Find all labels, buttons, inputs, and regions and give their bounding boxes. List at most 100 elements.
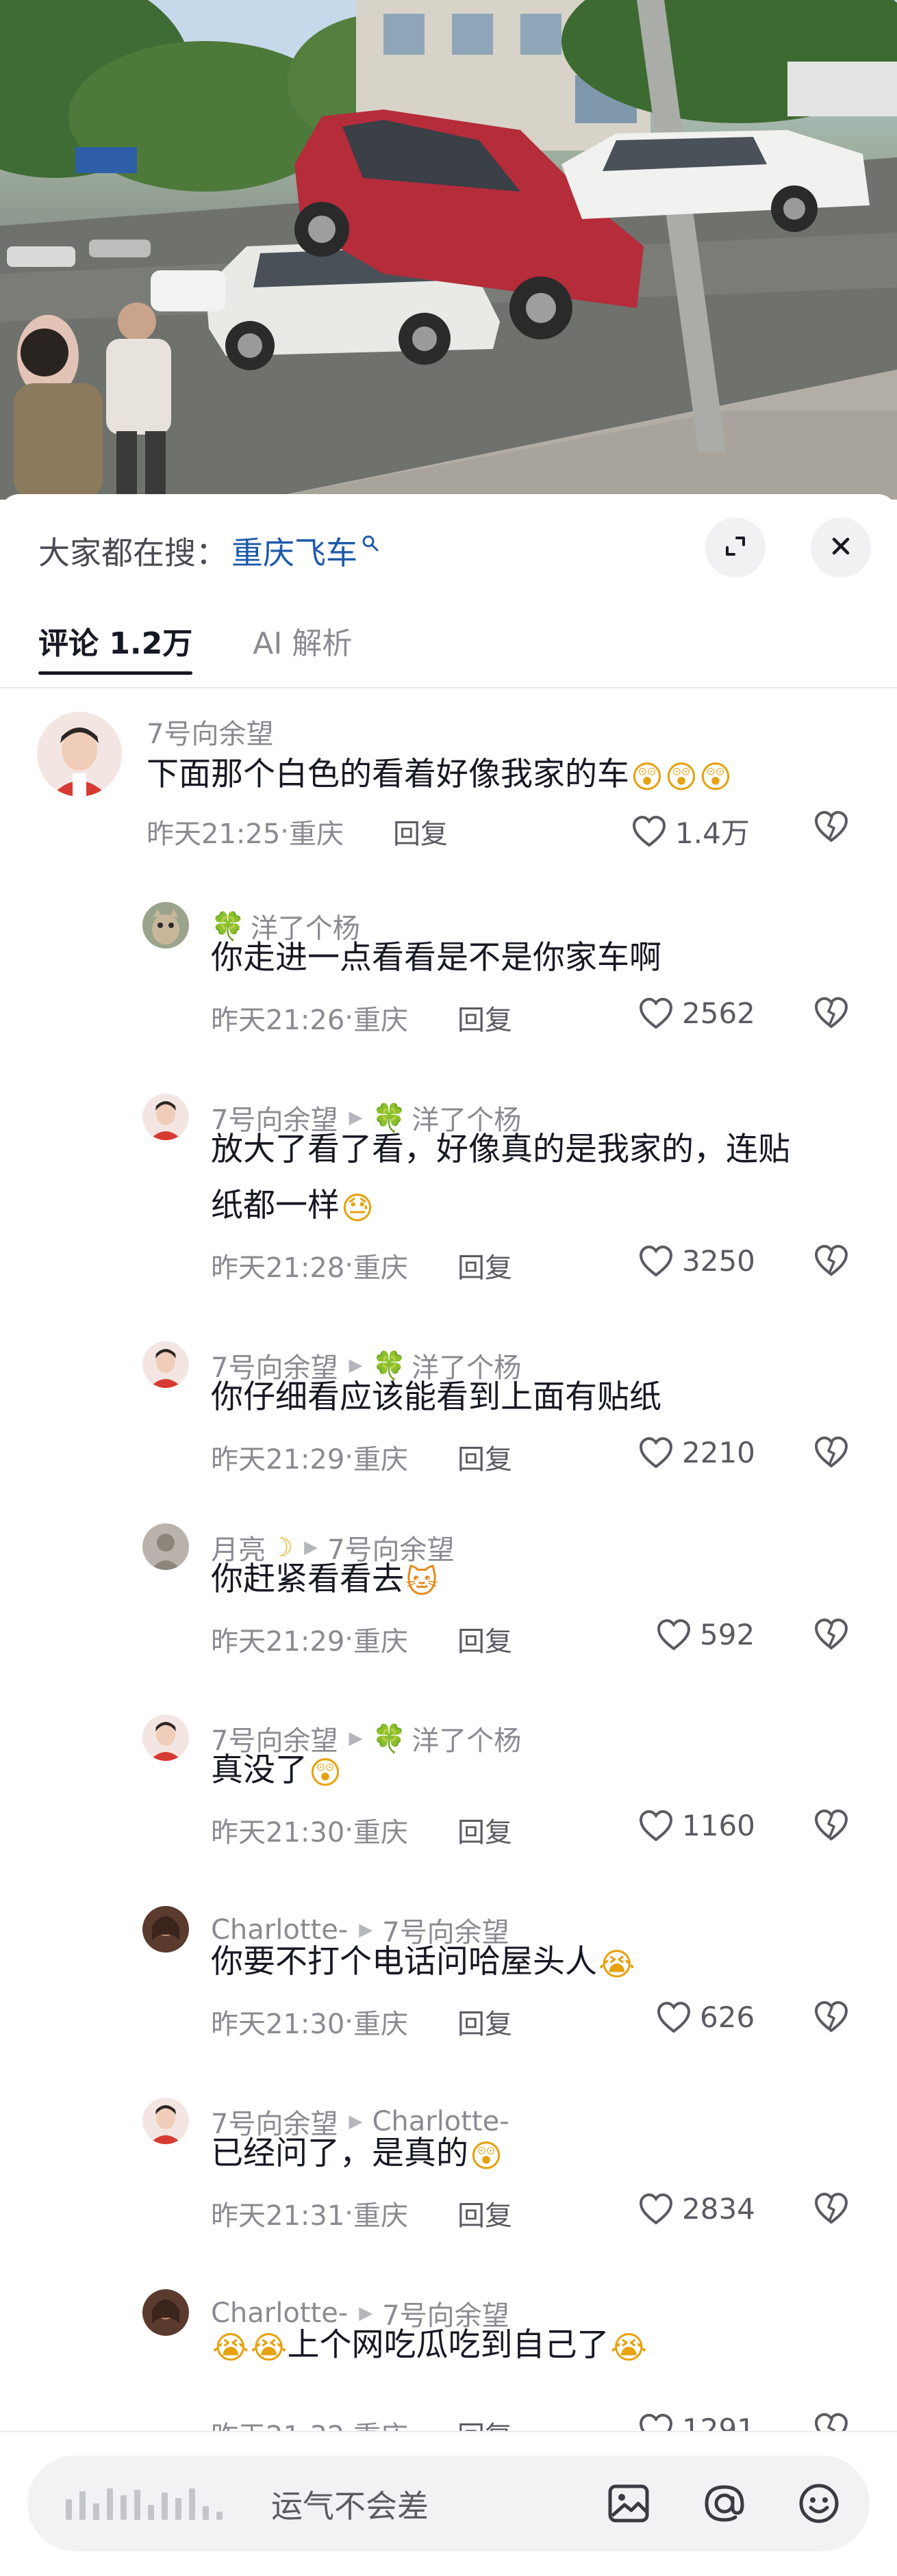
reply-button[interactable]: 回复 xyxy=(457,2193,512,2233)
tab-ai-analysis[interactable]: AI 解析 xyxy=(253,619,352,675)
heart-outline-icon xyxy=(639,2193,673,2225)
comment-meta: 昨天21:30 · 重庆 回复 xyxy=(211,1810,512,1850)
reply-button[interactable]: 回复 xyxy=(457,998,512,1038)
dislike-button[interactable] xyxy=(813,1809,849,1844)
at-icon xyxy=(705,2485,744,2522)
like-count: 3250 xyxy=(682,1244,755,1278)
comment-location: 重庆 xyxy=(289,819,344,850)
comment-input-bar: 运气不会差 xyxy=(0,2431,897,2576)
comment-location: 重庆 xyxy=(353,2200,408,2232)
dislike-button[interactable] xyxy=(813,810,849,846)
dislike-button[interactable] xyxy=(813,2000,849,2036)
comment-meta: 昨天21:29 · 重庆 回复 xyxy=(211,1619,512,1659)
comment-time: 昨天21:31 xyxy=(211,2200,345,2232)
comment-meta: 昨天21:25 · 重庆 回复 xyxy=(147,812,448,851)
tab-comments[interactable]: 评论 1.2万 xyxy=(38,619,193,675)
smiley-icon xyxy=(799,2484,839,2523)
video-thumbnail[interactable] xyxy=(0,0,897,500)
comment-location: 重庆 xyxy=(353,1444,408,1476)
broken-heart-icon xyxy=(814,810,848,842)
crying-emoji: 😭 xyxy=(598,1945,635,1983)
like-button[interactable]: 1160 xyxy=(638,1809,755,1842)
comment-time: 昨天21:30 xyxy=(211,2009,345,2040)
comment-time: 昨天21:30 xyxy=(211,1817,345,1849)
like-button[interactable]: 3250 xyxy=(638,1244,755,1278)
heart-outline-icon xyxy=(657,1619,691,1651)
heart-outline-icon xyxy=(657,2001,691,2033)
like-button[interactable]: 2210 xyxy=(638,1436,755,1469)
like-count: 1160 xyxy=(682,1809,755,1842)
reply-button[interactable]: 回复 xyxy=(457,2002,512,2042)
dislike-button[interactable] xyxy=(813,1618,849,1653)
like-button[interactable]: 592 xyxy=(656,1618,755,1651)
avatar[interactable] xyxy=(142,902,189,949)
reply-button[interactable]: 回复 xyxy=(457,1246,512,1285)
comment-time: 昨天21:29 xyxy=(211,1626,345,1658)
heart-outline-icon xyxy=(639,1809,673,1842)
like-button[interactable]: 2834 xyxy=(638,2192,755,2226)
avatar[interactable] xyxy=(37,712,122,797)
avatar[interactable] xyxy=(142,2289,189,2336)
avatar[interactable] xyxy=(142,1906,189,1953)
expand-button[interactable] xyxy=(705,517,766,578)
dislike-button[interactable] xyxy=(813,996,849,1032)
like-count: 2210 xyxy=(682,1436,755,1469)
like-button[interactable]: 1.4万 xyxy=(631,810,750,852)
trending-search-term[interactable]: 重庆飞车 xyxy=(231,528,357,574)
emoji-button[interactable] xyxy=(790,2475,848,2532)
shocked-emoji: 😲 xyxy=(631,758,664,795)
avatar[interactable] xyxy=(142,1523,189,1570)
dislike-button[interactable] xyxy=(813,2192,849,2228)
reply-button[interactable]: 回复 xyxy=(457,1437,512,1477)
like-count: 592 xyxy=(700,1618,755,1651)
comment-text: 你要不打个电话问哈屋头人😭 xyxy=(211,1943,635,1983)
avatar[interactable] xyxy=(142,1341,189,1388)
comment-location: 重庆 xyxy=(353,1252,408,1284)
like-count: 2562 xyxy=(682,996,755,1030)
comment-location: 重庆 xyxy=(353,1005,408,1036)
comment-text: 下面那个白色的看着好像我家的车😲😲😲 xyxy=(147,756,732,795)
avatar[interactable] xyxy=(142,2098,189,2144)
search-icon xyxy=(362,534,379,558)
trending-search[interactable]: 大家都在搜： 重庆飞车 xyxy=(38,527,379,575)
image-icon xyxy=(608,2484,649,2523)
comment-location: 重庆 xyxy=(353,1817,408,1849)
comment-text: 放大了看了看，好像真的是我家的，连贴 xyxy=(211,1131,790,1168)
comment-input[interactable]: 运气不会差 xyxy=(27,2456,870,2551)
close-button[interactable] xyxy=(811,517,871,578)
reply-button[interactable]: 回复 xyxy=(457,1619,512,1659)
comment-text: 你赶紧看看去🐱 xyxy=(211,1560,438,1600)
reply-button[interactable]: 回复 xyxy=(457,1810,512,1850)
crying-emoji: 😭 xyxy=(250,2328,288,2366)
comment-time: 昨天21:28 xyxy=(211,1252,345,1284)
image-button[interactable] xyxy=(600,2475,657,2532)
voice-waveform-icon xyxy=(66,2487,230,2520)
heart-outline-icon xyxy=(639,1437,673,1469)
like-count: 1.4万 xyxy=(675,816,750,850)
broken-heart-icon xyxy=(814,996,848,1029)
crying-emoji: 😭 xyxy=(212,2328,249,2366)
shocked-emoji: 😲 xyxy=(698,758,732,795)
mention-button[interactable] xyxy=(696,2475,753,2532)
dislike-button[interactable] xyxy=(813,1244,849,1280)
comment-time: 昨天21:25 xyxy=(147,819,281,850)
dislike-button[interactable] xyxy=(813,1436,849,1471)
avatar[interactable] xyxy=(142,1714,189,1761)
expand-icon xyxy=(722,532,749,563)
reply-arrow-icon: ▶ xyxy=(349,1728,363,1749)
like-button[interactable]: 626 xyxy=(656,2000,755,2034)
comment-meta: 昨天21:30 · 重庆 回复 xyxy=(211,2002,512,2042)
broken-heart-icon xyxy=(814,2192,848,2224)
comment-text: 真没了😲 xyxy=(211,1751,342,1791)
broken-heart-icon xyxy=(814,1809,848,1841)
comment-tabs: 评论 1.2万 AI 解析 xyxy=(38,619,412,675)
avatar[interactable] xyxy=(142,1094,189,1140)
comment-text: 你仔细看应该能看到上面有贴纸 xyxy=(211,1378,661,1416)
reply-button[interactable]: 回复 xyxy=(393,812,448,851)
reply-to-username[interactable]: 洋了个杨 xyxy=(412,1718,521,1758)
comment-text-line2: 纸都一样😓 xyxy=(211,1187,374,1226)
like-button[interactable]: 2562 xyxy=(638,996,755,1030)
comment-meta: 昨天21:31 · 重庆 回复 xyxy=(211,2193,512,2233)
shocked-emoji: 😲 xyxy=(664,758,698,795)
clover-icon: 🍀 xyxy=(372,1723,407,1755)
